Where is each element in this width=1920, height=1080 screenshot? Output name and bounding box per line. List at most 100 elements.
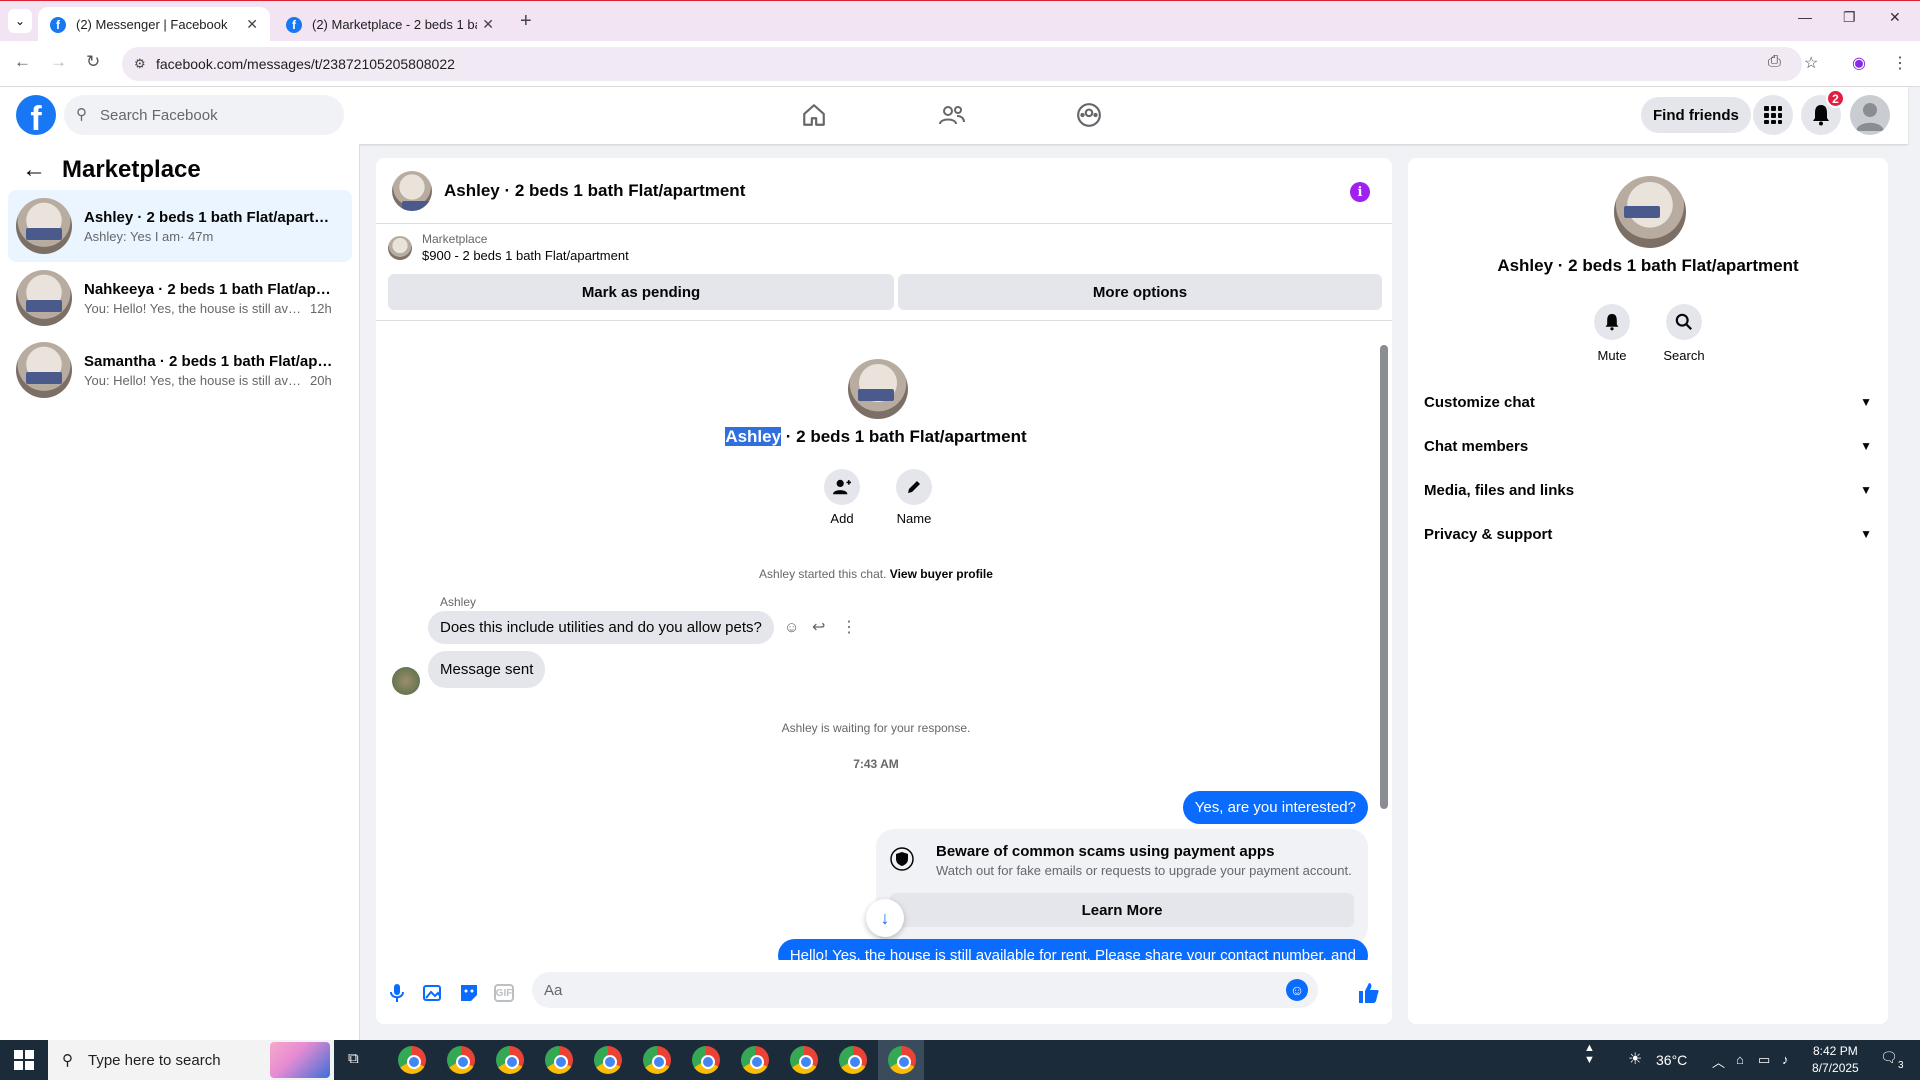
tab-search-chevron-icon[interactable]: ⌄ [8,9,32,33]
scroll-down-arrow-icon[interactable]: ↓ [866,899,904,937]
back-icon[interactable]: ← [14,52,31,72]
find-friends-button[interactable]: Find friends [1641,97,1751,133]
windows-taskbar: ⚲ Type here to search ⧉ ▲ ▼ ☀ 36°C ︿ ⌂ ▭ … [0,1040,1920,1080]
chrome-taskbar-icon[interactable] [496,1046,524,1074]
account-avatar[interactable] [1850,95,1890,135]
new-tab-button[interactable]: + [520,10,532,33]
pencil-icon [896,469,932,505]
reply-icon[interactable]: ↩ [812,617,825,637]
browser-tab-messenger[interactable]: f (2) Messenger | Facebook ✕ [38,7,270,42]
show-hidden-icons[interactable]: ︿ [1712,1052,1725,1071]
outgoing-message[interactable]: Yes, are you interested? [1182,791,1368,824]
incoming-message[interactable]: Message sent [428,651,546,688]
mute-button[interactable]: Mute [1582,304,1642,363]
privacy-support-section[interactable]: Privacy & support ▼ [1424,512,1872,556]
reload-icon[interactable]: ↻ [86,52,100,72]
chrome-taskbar-icon[interactable] [839,1046,867,1074]
photo-icon[interactable] [422,982,444,1004]
close-window-button[interactable]: ✕ [1889,9,1901,26]
site-info-icon[interactable]: ⚙ [134,56,146,72]
waiting-notice: Ashley is waiting for your response. [781,721,971,735]
install-app-icon[interactable]: ⎙ [1768,53,1781,71]
gif-icon[interactable]: GIF [494,984,514,1002]
search-highlight-image [270,1042,330,1078]
emoji-icon[interactable]: ☺ [1286,979,1308,1001]
chat-title[interactable]: Ashley · 2 beds 1 bath Flat/apartment [444,181,745,201]
chrome-taskbar-icon[interactable] [741,1046,769,1074]
forward-icon[interactable]: → [50,52,67,72]
bookmark-star-icon[interactable]: ☆ [1804,53,1818,73]
taskbar-search-input[interactable]: ⚲ Type here to search [48,1040,334,1080]
chrome-taskbar-icon[interactable] [594,1046,622,1074]
volume-icon[interactable]: ♪ [1782,1052,1789,1067]
sender-avatar[interactable] [392,667,420,695]
network-icon[interactable]: ▭ [1758,1052,1770,1068]
shield-icon [890,847,914,871]
meet-now-icon[interactable]: ⌂ [1736,1052,1744,1067]
chat-members-section[interactable]: Chat members ▼ [1424,424,1872,468]
browser-tab-marketplace[interactable]: f (2) Marketplace - 2 beds 1 bath ✕ [274,7,506,42]
microphone-icon[interactable] [386,982,408,1004]
chrome-taskbar-icon[interactable] [790,1046,818,1074]
windows-start-icon[interactable] [0,1040,48,1080]
notification-center-icon[interactable]: 🗨 [1880,1049,1898,1066]
profile-icon[interactable]: ◉ [1852,53,1866,73]
sidebar-header: ← Marketplace [22,156,201,184]
media-files-links-section[interactable]: Media, files and links ▼ [1424,468,1872,512]
chrome-taskbar-icon-active[interactable] [888,1046,916,1074]
tab-close-icon[interactable]: ✕ [482,16,494,33]
customize-chat-section[interactable]: Customize chat ▼ [1424,380,1872,424]
chevron-down-icon: ▼ [1860,439,1872,453]
home-icon[interactable] [798,99,830,131]
browser-menu-icon[interactable]: ⋮ [1892,53,1908,73]
chrome-taskbar-icon[interactable] [398,1046,426,1074]
thread-scrollbar[interactable] [1380,331,1388,957]
outgoing-message[interactable]: Hello! Yes, the house is still available… [777,939,1368,960]
learn-more-button[interactable]: Learn More [890,893,1354,927]
conversation-item[interactable]: Ashley · 2 beds 1 bath Flat/apartm... As… [8,190,352,262]
scam-warning-card: Beware of common scams using payment app… [876,829,1368,945]
message-thread[interactable]: Ashley · 2 beds 1 bath Flat/apartment Ad… [376,320,1392,960]
chevron-down-icon: ▼ [1860,483,1872,497]
marketplace-listing-bar[interactable]: Marketplace $900 - 2 beds 1 bath Flat/ap… [388,232,629,263]
facebook-search-input[interactable]: ⚲ Search Facebook [64,95,344,135]
chrome-taskbar-icon[interactable] [692,1046,720,1074]
search-icon: ⚲ [76,106,87,123]
incoming-message[interactable]: Does this include utilities and do you a… [428,611,774,644]
chrome-taskbar-icon[interactable] [545,1046,573,1074]
menu-grid-icon[interactable] [1753,95,1793,135]
chrome-taskbar-icon[interactable] [643,1046,671,1074]
view-buyer-profile-link[interactable]: View buyer profile [890,567,993,581]
chat-intro-avatar [848,359,908,419]
react-icon[interactable]: ☺ [784,619,799,636]
rename-chat-button[interactable]: Name [884,469,944,526]
add-people-button[interactable]: Add [812,469,872,526]
friends-icon[interactable] [936,99,968,131]
search-in-conversation-button[interactable]: Search [1654,304,1714,363]
facebook-logo[interactable]: f [16,95,56,135]
chrome-taskbar-icon[interactable] [447,1046,475,1074]
message-input[interactable]: Aa ☺ [532,972,1318,1008]
url-field[interactable]: ⚙ facebook.com/messages/t/23872105205808… [122,47,1802,81]
chat-started-note: Ashley started this chat. View buyer pro… [759,567,993,581]
minimize-button[interactable]: — [1798,9,1812,25]
thumbs-up-icon[interactable] [1358,982,1380,1004]
conversation-item[interactable]: Nahkeeya · 2 beds 1 bath Flat/apar... Yo… [8,262,352,334]
tab-close-icon[interactable]: ✕ [246,16,258,33]
conversation-item[interactable]: Samantha · 2 beds 1 bath Flat/apar... Yo… [8,334,352,406]
conversation-info-icon[interactable]: i [1350,182,1370,202]
restore-button[interactable]: ❐ [1843,9,1856,26]
more-options-button[interactable]: More options [898,274,1382,310]
chat-avatar[interactable] [392,170,432,211]
back-arrow-icon[interactable]: ← [22,156,46,184]
listing-thumbnail [16,342,72,398]
mark-as-pending-button[interactable]: Mark as pending [388,274,894,310]
more-actions-icon[interactable]: ⋮ [841,617,857,637]
groups-icon[interactable] [1073,99,1105,131]
add-person-icon [824,469,860,505]
clock[interactable]: 8:42 PM 8/7/2025 [1812,1043,1859,1077]
sender-name: Ashley [440,595,477,609]
sticker-icon[interactable] [458,982,480,1004]
task-view-icon[interactable]: ⧉ [348,1050,359,1067]
taskbar-scroll-icon[interactable]: ▲ ▼ [1584,1042,1595,1066]
